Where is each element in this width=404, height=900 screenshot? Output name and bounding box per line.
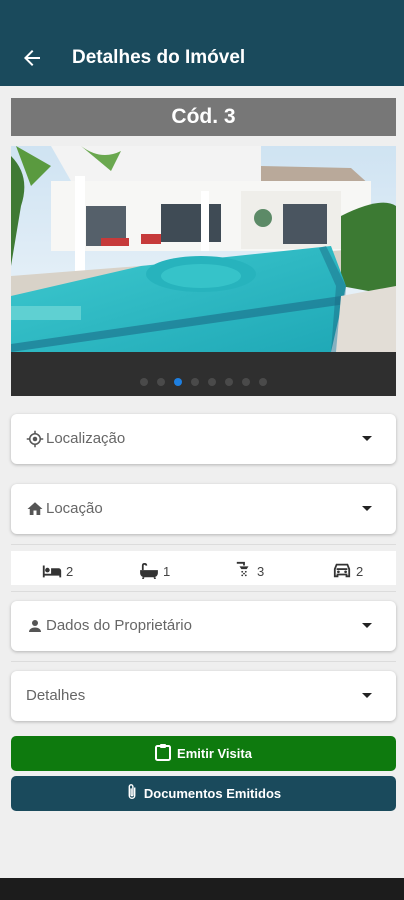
page-title: Detalhes do Imóvel: [72, 47, 246, 68]
carousel-dot[interactable]: [225, 378, 233, 386]
property-features: 2 1 3 2: [11, 551, 396, 585]
showers-count: 3: [257, 564, 265, 579]
bedrooms-count: 2: [66, 564, 74, 579]
arrow-left-icon[interactable]: [20, 46, 44, 70]
chevron-down-icon[interactable]: [362, 436, 372, 441]
carousel-dot[interactable]: [174, 378, 182, 386]
car-icon: [331, 561, 353, 579]
location-label: Localização: [46, 430, 126, 447]
owner-section[interactable]: Dados do Proprietário: [11, 601, 396, 651]
divider: [11, 544, 396, 545]
location-section[interactable]: Localização: [11, 414, 396, 464]
person-icon: [26, 617, 44, 635]
garage-count: 2: [356, 564, 364, 579]
bathtubs-count: 1: [163, 564, 171, 579]
carousel-dot[interactable]: [259, 378, 267, 386]
bed-icon: [41, 563, 63, 579]
paperclip-icon: [126, 783, 138, 804]
carousel-dot[interactable]: [242, 378, 250, 386]
divider: [11, 591, 396, 592]
carousel-indicators: [11, 378, 396, 388]
emit-visit-label: Emitir Visita: [177, 746, 252, 761]
home-icon: [26, 500, 44, 518]
rental-section[interactable]: Locação: [11, 484, 396, 534]
issued-documents-label: Documentos Emitidos: [143, 786, 282, 801]
system-navigation-bar: [0, 878, 404, 900]
rental-label: Locação: [46, 500, 103, 517]
property-photo: [11, 146, 396, 352]
shower-icon: [234, 561, 254, 579]
carousel-dot[interactable]: [191, 378, 199, 386]
image-carousel[interactable]: [11, 146, 396, 396]
garage-feature: 2: [331, 559, 363, 579]
carousel-dot[interactable]: [157, 378, 165, 386]
clipboard-icon: [155, 743, 172, 764]
showers-feature: 3: [234, 559, 264, 579]
bathtub-icon: [138, 563, 160, 579]
property-code: Cód. 3: [11, 98, 396, 136]
chevron-down-icon[interactable]: [362, 506, 372, 511]
location-target-icon: [26, 430, 44, 448]
carousel-dot[interactable]: [208, 378, 216, 386]
bathtubs-feature: 1: [138, 559, 170, 579]
issued-documents-button[interactable]: Documentos Emitidos: [11, 776, 396, 811]
app-bar: Detalhes do Imóvel: [0, 0, 404, 86]
details-label: Detalhes: [26, 687, 86, 704]
divider: [11, 661, 396, 662]
bedrooms-feature: 2: [41, 559, 73, 579]
emit-visit-button[interactable]: Emitir Visita: [11, 736, 396, 771]
owner-label: Dados do Proprietário: [46, 617, 192, 634]
details-section[interactable]: Detalhes: [11, 671, 396, 721]
carousel-dot[interactable]: [140, 378, 148, 386]
chevron-down-icon[interactable]: [362, 693, 372, 698]
chevron-down-icon[interactable]: [362, 623, 372, 628]
